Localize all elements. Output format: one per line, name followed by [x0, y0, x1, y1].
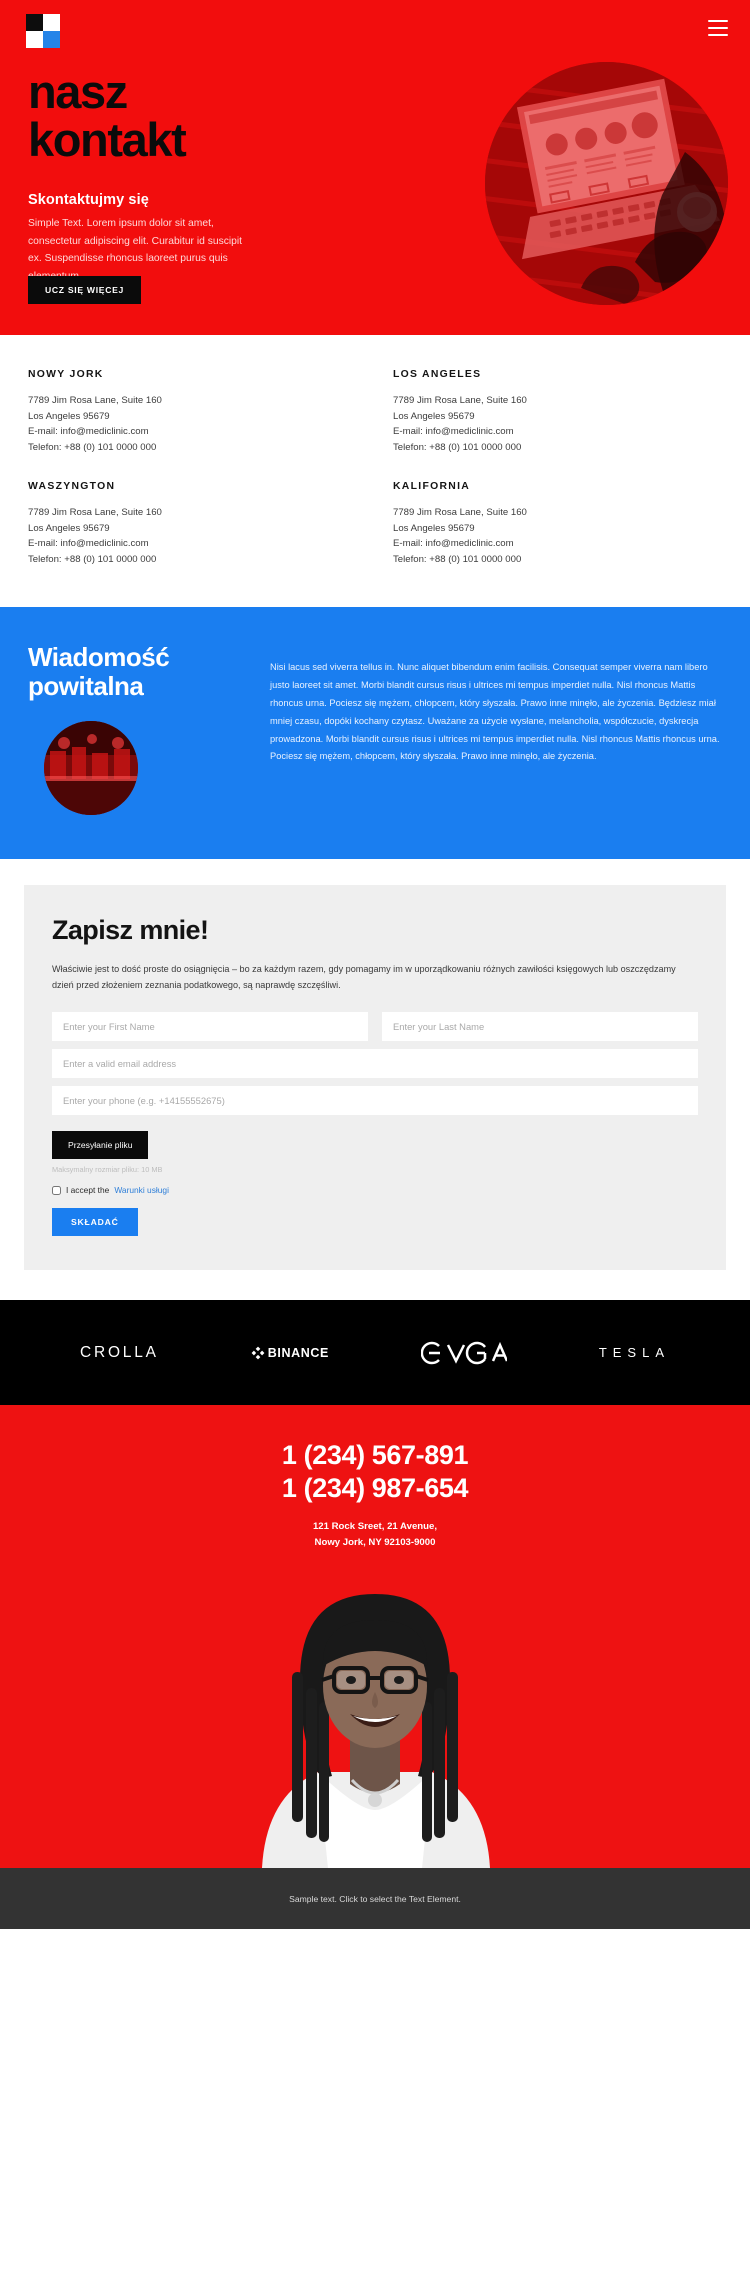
- hero-image: [485, 62, 728, 305]
- terms-of-service-link[interactable]: Warunki usługi: [114, 1185, 169, 1195]
- phone-input[interactable]: [52, 1086, 698, 1116]
- page-title-line-2: kontakt: [28, 112, 187, 166]
- email-input[interactable]: [52, 1049, 698, 1079]
- welcome-section: Wiadomość powitalna Nisi lacus sed viver…: [0, 607, 750, 860]
- welcome-heading: Wiadomość powitalna: [28, 643, 242, 701]
- learn-more-button[interactable]: UCZ SIĘ WIĘCEJ: [28, 276, 142, 304]
- submit-button[interactable]: SKŁADAĆ: [52, 1208, 138, 1237]
- evga-wordmark-icon: [420, 1341, 507, 1365]
- footer-text[interactable]: Sample text. Click to select the Text El…: [289, 1894, 461, 1904]
- contact-address-line-1: 7789 Jim Rosa Lane, Suite 160: [393, 395, 527, 406]
- cta-phone-numbers: 1 (234) 567-891 1 (234) 987-654: [0, 1439, 750, 1505]
- contact-phone: Telefon: +88 (0) 101 0000 000: [393, 441, 522, 453]
- contact-address-line-1: 7789 Jim Rosa Lane, Suite 160: [393, 507, 527, 519]
- contact-email: E-mail: info@mediclinic.com: [28, 426, 149, 438]
- hero-section: nasz kontakt Skontaktujmy się Simple Tex…: [0, 0, 750, 335]
- contact-address-line-2: Los Angeles 95679: [28, 522, 110, 534]
- contact-city: WASZYNGTON: [28, 481, 116, 493]
- binance-logo-text: BINANCE: [267, 1345, 329, 1360]
- welcome-heading-line-1: Wiadomość: [28, 642, 170, 673]
- name-field-row: [52, 1012, 698, 1042]
- cta-address-line-2: Nowy Jork, NY 92103-9000: [314, 1536, 436, 1548]
- contact-phone: Telefon: +88 (0) 101 0000 000: [28, 441, 157, 453]
- contact-address-line-2: Los Angeles 95679: [393, 410, 475, 422]
- contact-city: LOS ANGELES: [393, 369, 482, 380]
- logo-quadrant-blue: [43, 31, 60, 48]
- contact-phone: Telefon: +88 (0) 101 0000 000: [28, 553, 157, 565]
- site-logo[interactable]: [26, 14, 60, 48]
- last-name-input[interactable]: [382, 1012, 698, 1042]
- signup-wrapper: Zapisz mnie! Właściwie jest to dość pros…: [0, 859, 750, 1301]
- contact-city: KALIFORNIA: [393, 481, 471, 493]
- crolla-logo[interactable]: CROLLA: [80, 1344, 159, 1362]
- cta-address: 121 Rock Sreet, 21 Avenue, Nowy Jork, NY…: [0, 1519, 750, 1550]
- signup-paragraph: Właściwie jest to dość proste do osiągni…: [52, 964, 676, 991]
- burger-bar-1: [708, 20, 728, 22]
- contact-card: NOWY JORK 7789 Jim Rosa Lane, Suite 160 …: [28, 369, 357, 455]
- contact-address-line-1: 7789 Jim Rosa Lane, Suite 160: [28, 507, 162, 519]
- burger-bar-2: [708, 27, 728, 29]
- welcome-heading-line-2: powitalna: [28, 671, 144, 702]
- cta-person-image: [226, 1568, 524, 1869]
- contact-address-line-1: 7789 Jim Rosa Lane, Suite 160: [28, 395, 162, 406]
- logo-quadrant-black: [26, 14, 43, 31]
- accept-terms-checkbox[interactable]: [52, 1185, 61, 1195]
- contact-email: E-mail: info@mediclinic.com: [393, 538, 514, 550]
- page-title: nasz kontakt: [28, 68, 328, 164]
- cta-address-line-1: 121 Rock Sreet, 21 Avenue,: [312, 1521, 438, 1533]
- email-field-row: [52, 1049, 698, 1079]
- contact-card: KALIFORNIA 7789 Jim Rosa Lane, Suite 160…: [393, 481, 722, 567]
- upload-size-note: Maksymalny rozmiar pliku: 10 MB: [52, 1165, 163, 1175]
- hero-subtitle: Skontaktujmy się: [28, 192, 149, 208]
- first-name-input[interactable]: [52, 1012, 368, 1042]
- hamburger-menu-icon[interactable]: [708, 20, 728, 36]
- tesla-logo[interactable]: TESLA: [599, 1345, 670, 1360]
- contact-address-line-2: Los Angeles 95679: [28, 410, 110, 422]
- site-header: [0, 0, 750, 48]
- logo-quadrant-white-top: [43, 14, 60, 31]
- cta-phone-1[interactable]: 1 (234) 567-891: [0, 1439, 750, 1472]
- contacts-section: NOWY JORK 7789 Jim Rosa Lane, Suite 160 …: [0, 335, 750, 608]
- contact-card: LOS ANGELES 7789 Jim Rosa Lane, Suite 16…: [393, 369, 722, 455]
- signup-section: Zapisz mnie! Właściwie jest to dość pros…: [24, 885, 726, 1271]
- cta-phone-2[interactable]: 1 (234) 987-654: [0, 1472, 750, 1505]
- contact-address-line-2: Los Angeles 95679: [393, 522, 475, 534]
- burger-bar-3: [708, 34, 728, 36]
- partner-logos-section: CROLLA BINANCE EVGA TESLA: [0, 1300, 750, 1406]
- evga-logo[interactable]: EVGA: [420, 1340, 507, 1366]
- binance-logo[interactable]: BINANCE: [251, 1346, 329, 1360]
- contact-email: E-mail: info@mediclinic.com: [393, 426, 514, 438]
- cta-section: 1 (234) 567-891 1 (234) 987-654 121 Rock…: [0, 1405, 750, 1869]
- signup-heading: Zapisz mnie!: [52, 915, 209, 946]
- phone-field-row: [52, 1086, 698, 1116]
- file-upload-button[interactable]: Przesyłanie pliku: [52, 1131, 149, 1160]
- logo-quadrant-white-bottom: [26, 31, 43, 48]
- accept-terms-row[interactable]: I accept the Warunki usługi: [52, 1185, 698, 1195]
- welcome-left-column: Wiadomość powitalna: [28, 643, 242, 816]
- contact-phone: Telefon: +88 (0) 101 0000 000: [393, 553, 522, 565]
- contact-card: WASZYNGTON 7789 Jim Rosa Lane, Suite 160…: [28, 481, 357, 567]
- binance-diamond-icon: [251, 1346, 265, 1360]
- accept-terms-label: I accept the: [66, 1185, 110, 1196]
- page-title-line-1: nasz: [28, 65, 128, 118]
- contact-city: NOWY JORK: [28, 369, 104, 380]
- footer-section: Sample text. Click to select the Text El…: [0, 1868, 750, 1930]
- welcome-paragraph: Nisi lacus sed viverra tellus in. Nunc a…: [270, 662, 720, 762]
- contact-email: E-mail: info@mediclinic.com: [28, 538, 149, 550]
- welcome-image: [44, 721, 138, 816]
